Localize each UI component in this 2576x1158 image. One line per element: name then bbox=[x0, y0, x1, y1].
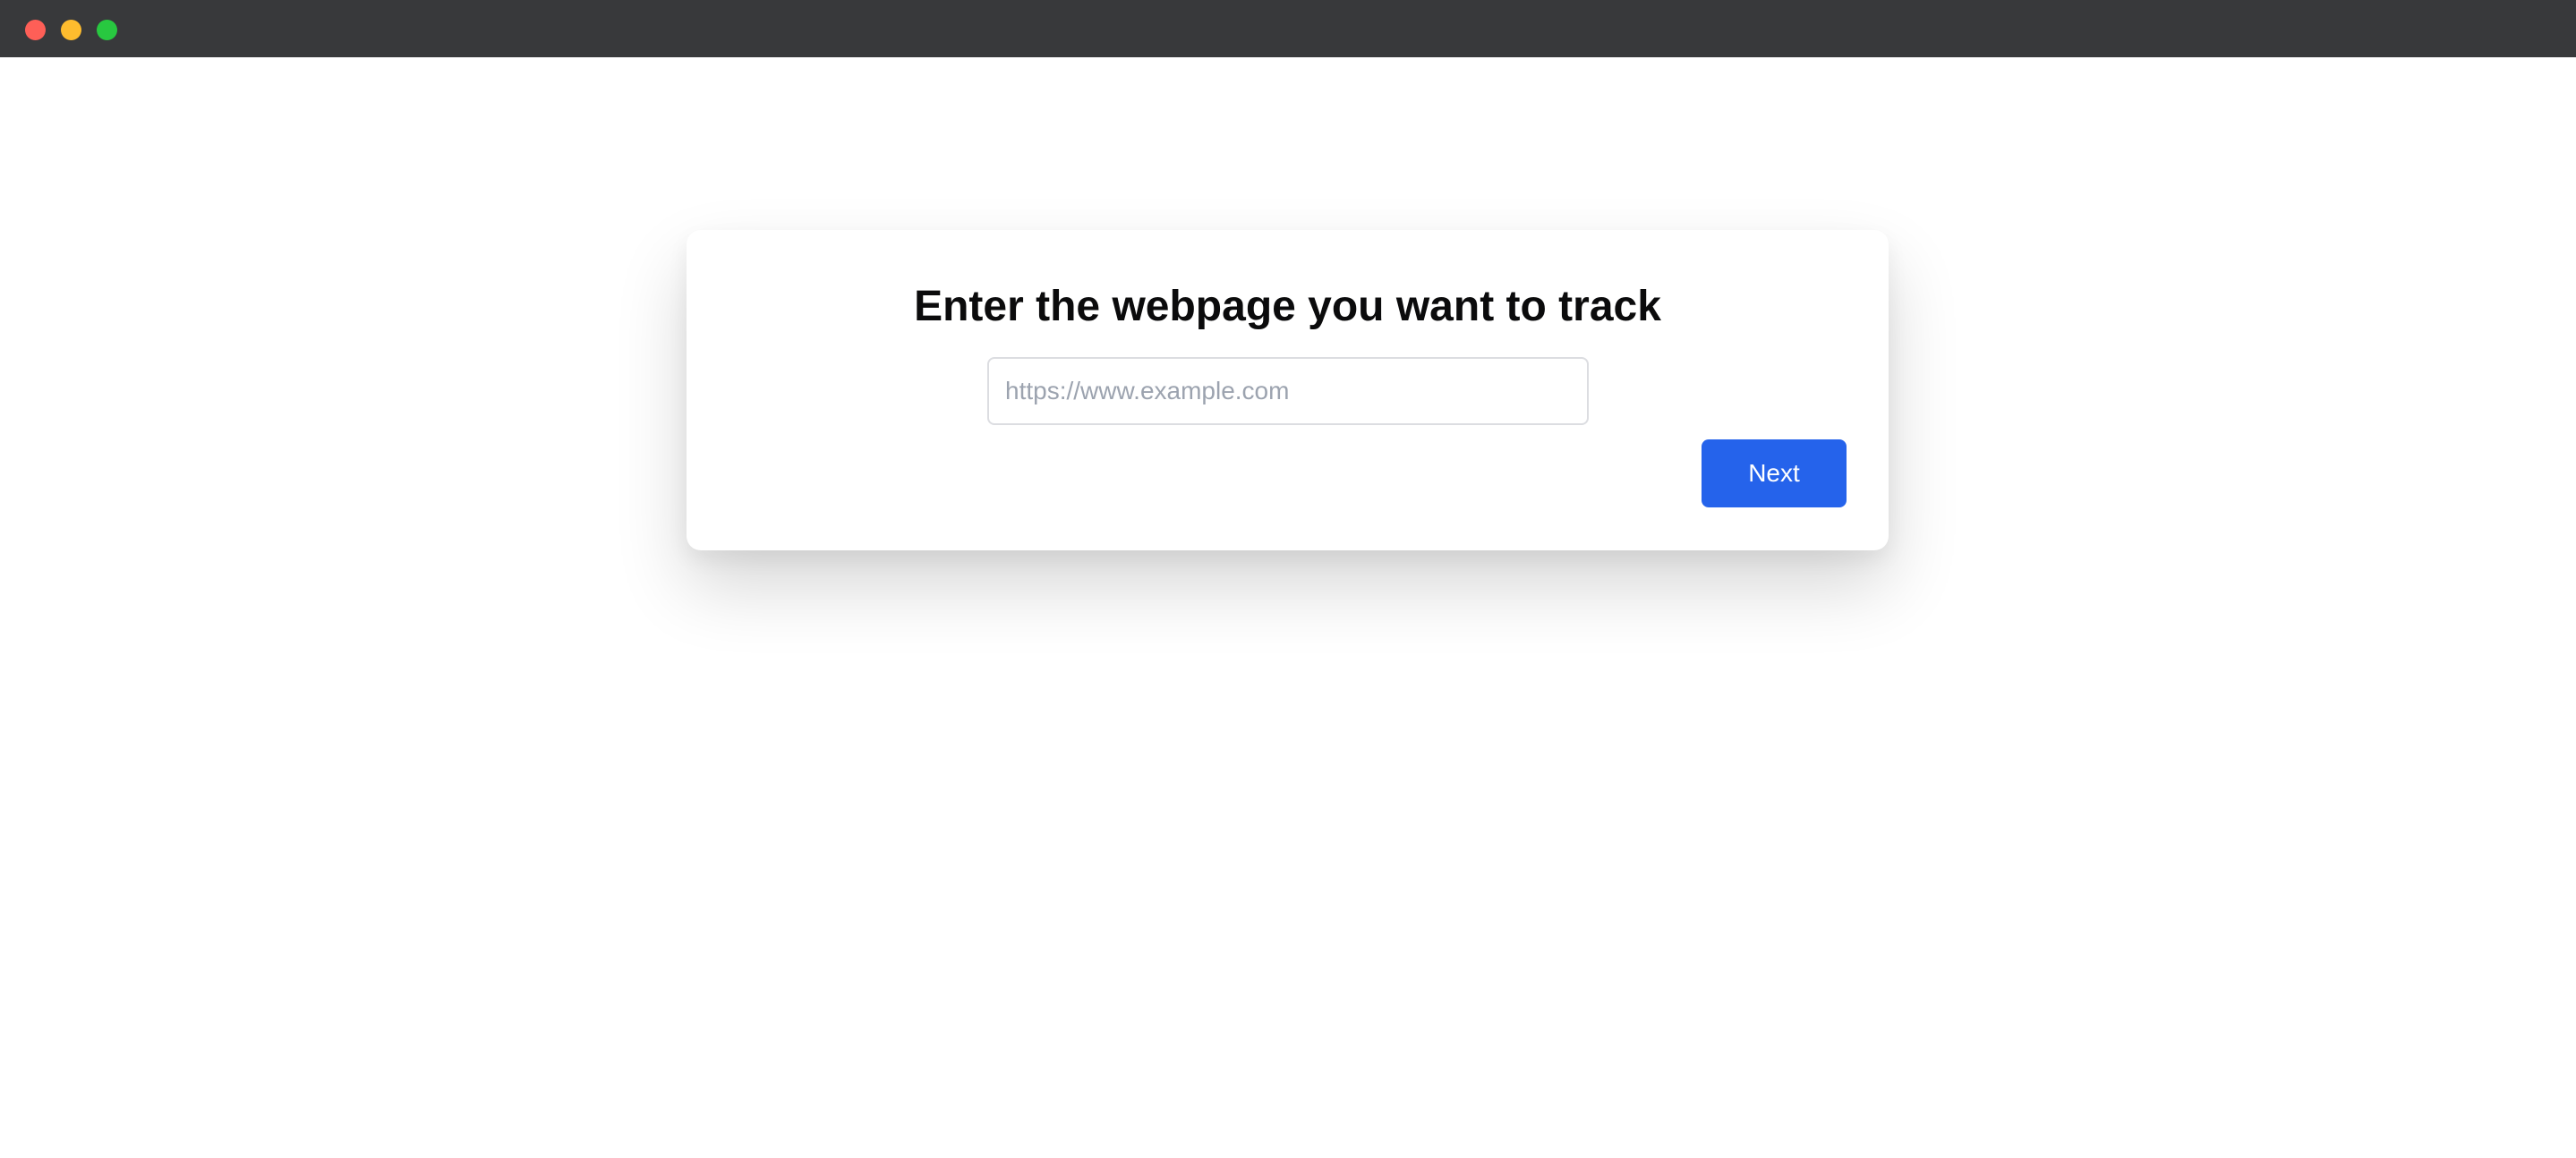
main-content: Enter the webpage you want to track Next bbox=[0, 57, 2576, 1158]
next-button[interactable]: Next bbox=[1702, 439, 1847, 507]
minimize-icon[interactable] bbox=[61, 20, 81, 40]
url-input[interactable] bbox=[987, 357, 1589, 425]
track-webpage-card: Enter the webpage you want to track Next bbox=[687, 230, 1889, 550]
page-title: Enter the webpage you want to track bbox=[914, 283, 1661, 330]
maximize-icon[interactable] bbox=[97, 20, 117, 40]
window-titlebar[interactable] bbox=[0, 0, 2576, 57]
close-icon[interactable] bbox=[25, 20, 46, 40]
app-window: Enter the webpage you want to track Next bbox=[0, 0, 2576, 1158]
